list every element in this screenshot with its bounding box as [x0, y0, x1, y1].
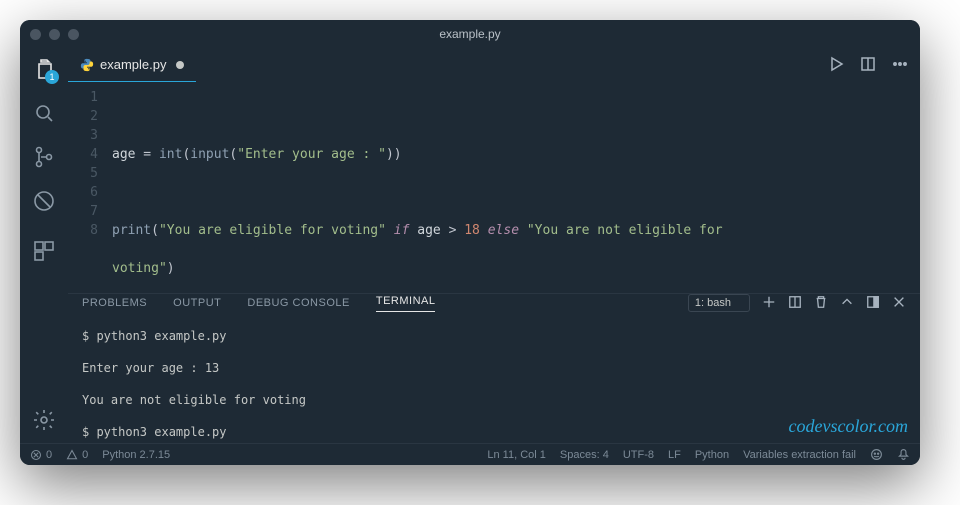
panel-tabs: PROBLEMS OUTPUT DEBUG CONSOLE TERMINAL 1… [68, 294, 920, 312]
code-editor[interactable]: 1 2 3 4 5 6 7 8 age = int(input("Enter y… [68, 82, 920, 293]
status-language[interactable]: Python [695, 449, 729, 461]
window-title: example.py [439, 27, 500, 41]
debug-icon[interactable] [31, 188, 57, 214]
close-panel-icon[interactable] [892, 295, 906, 312]
status-cursor-position[interactable]: Ln 11, Col 1 [487, 449, 546, 461]
tab-problems[interactable]: PROBLEMS [82, 297, 147, 309]
maximize-window-button[interactable] [68, 29, 79, 40]
editor-window: example.py 1 [20, 20, 920, 465]
status-encoding[interactable]: UTF-8 [623, 449, 654, 461]
tab-debug-console[interactable]: DEBUG CONSOLE [247, 297, 349, 309]
status-eol[interactable]: LF [668, 449, 681, 461]
minimize-window-button[interactable] [49, 29, 60, 40]
explorer-icon[interactable]: 1 [31, 56, 57, 82]
search-icon[interactable] [31, 100, 57, 126]
status-errors[interactable]: 0 [30, 449, 52, 461]
maximize-panel-icon[interactable] [840, 295, 854, 312]
status-bell-icon[interactable] [897, 448, 910, 461]
new-terminal-icon[interactable] [762, 295, 776, 312]
more-actions-icon[interactable] [892, 56, 908, 75]
titlebar: example.py [20, 20, 920, 48]
explorer-badge: 1 [45, 70, 59, 84]
editor-area: example.py 1 2 3 4 5 6 7 [68, 48, 920, 443]
close-window-button[interactable] [30, 29, 41, 40]
toggle-panel-icon[interactable] [866, 295, 880, 312]
status-vars-extraction[interactable]: Variables extraction fail [743, 449, 856, 461]
status-feedback-icon[interactable] [870, 448, 883, 461]
tab-label: example.py [100, 57, 166, 72]
editor-tabs: example.py [68, 48, 920, 82]
split-terminal-icon[interactable] [788, 295, 802, 312]
status-python-version[interactable]: Python 2.7.15 [102, 449, 170, 461]
line-gutter: 1 2 3 4 5 6 7 8 [68, 88, 112, 293]
status-bar: 0 0 Python 2.7.15 Ln 11, Col 1 Spaces: 4… [20, 443, 920, 465]
run-icon[interactable] [828, 56, 844, 75]
activity-bar: 1 [20, 48, 68, 443]
tab-terminal[interactable]: TERMINAL [376, 295, 436, 312]
extensions-icon[interactable] [31, 238, 57, 264]
bottom-panel: PROBLEMS OUTPUT DEBUG CONSOLE TERMINAL 1… [68, 293, 920, 443]
status-indentation[interactable]: Spaces: 4 [560, 449, 609, 461]
tab-output[interactable]: OUTPUT [173, 297, 221, 309]
tab-dirty-indicator [176, 61, 184, 69]
tab-example-py[interactable]: example.py [68, 48, 196, 82]
code-content: age = int(input("Enter your age : ")) pr… [112, 88, 920, 293]
split-editor-icon[interactable] [860, 56, 876, 75]
status-warnings[interactable]: 0 [66, 449, 88, 461]
python-file-icon [80, 58, 94, 72]
window-controls [30, 29, 79, 40]
main-area: 1 [20, 48, 920, 443]
settings-gear-icon[interactable] [31, 407, 57, 433]
kill-terminal-icon[interactable] [814, 295, 828, 312]
source-control-icon[interactable] [31, 144, 57, 170]
terminal-selector[interactable]: 1: bash [688, 294, 750, 312]
